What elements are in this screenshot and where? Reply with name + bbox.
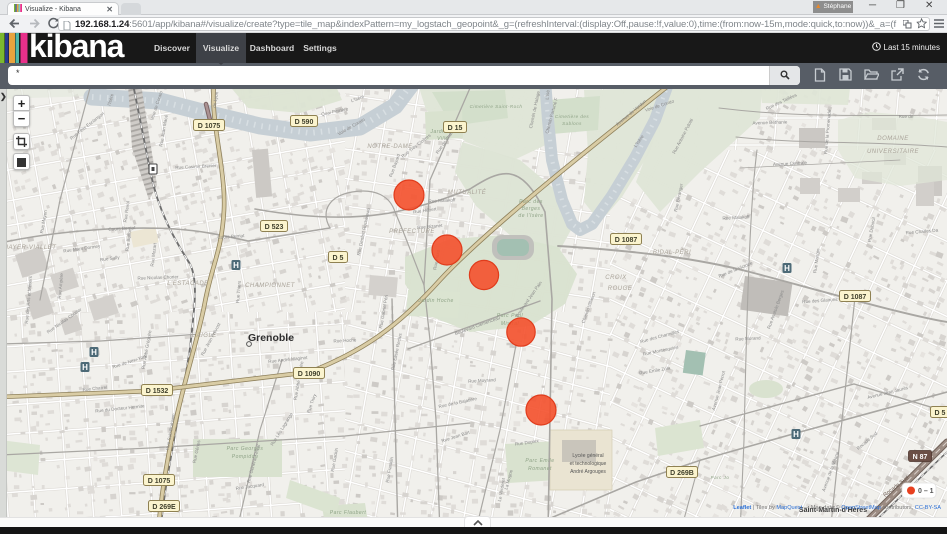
svg-text:CHAMPIONNET: CHAMPIONNET: [245, 283, 296, 289]
svg-text:MUTUALITÉ: MUTUALITÉ: [448, 189, 487, 196]
svg-text:Parc Emile: Parc Emile: [525, 458, 554, 464]
svg-text:H: H: [784, 264, 790, 273]
svg-text:L'ESTACADE: L'ESTACADE: [167, 281, 209, 287]
svg-text:D 523: D 523: [265, 224, 284, 231]
svg-text:Cimetière Saint-Roch: Cimetière Saint-Roch: [470, 104, 523, 109]
svg-text:Romanet: Romanet: [528, 466, 552, 472]
svg-text:D 1075: D 1075: [148, 478, 171, 485]
svg-text:CROIX: CROIX: [605, 275, 627, 281]
svg-text:HAYER-VIALLET: HAYER-VIALLET: [4, 245, 58, 251]
svg-text:D 5: D 5: [333, 255, 344, 262]
svg-text:D 1532: D 1532: [146, 388, 169, 395]
svg-text:Berges: Berges: [522, 206, 541, 212]
svg-text:D 1075: D 1075: [198, 123, 221, 130]
svg-text:Jardin Hoche: Jardin Hoche: [417, 298, 453, 304]
svg-text:Grenoble: Grenoble: [248, 332, 294, 344]
svg-text:D 590: D 590: [295, 119, 314, 126]
svg-text:N 87: N 87: [913, 454, 928, 461]
svg-text:Sablons: Sablons: [562, 121, 582, 126]
svg-text:BIDAL-PÉRI: BIDAL-PÉRI: [653, 249, 691, 256]
svg-text:D 269E: D 269E: [152, 504, 176, 511]
svg-text:H: H: [91, 348, 97, 357]
svg-text:UNIVERSITAIRE: UNIVERSITAIRE: [867, 149, 920, 155]
svg-text:L'Isè: L'Isè: [545, 89, 551, 99]
svg-text:D 5: D 5: [935, 410, 946, 417]
svg-text:Rue de: Rue de: [899, 114, 914, 119]
svg-text:H: H: [793, 430, 799, 439]
svg-text:H: H: [233, 261, 239, 270]
svg-text:Cimetière des: Cimetière des: [555, 114, 590, 119]
svg-text:Parc des: Parc des: [519, 199, 543, 205]
svg-text:0 – 1: 0 – 1: [918, 488, 934, 495]
svg-text:D 1087: D 1087: [844, 294, 867, 301]
svg-text:Parc Flaubert: Parc Flaubert: [330, 510, 367, 516]
svg-text:PREFECTURE: PREFECTURE: [389, 229, 435, 235]
svg-text:DOMAINE: DOMAINE: [877, 136, 909, 142]
svg-text:Parc Jo: Parc Jo: [711, 475, 730, 480]
svg-text:D 1090: D 1090: [298, 371, 321, 378]
svg-text:et technologique: et technologique: [570, 461, 607, 467]
svg-text:D 1087: D 1087: [615, 237, 638, 244]
svg-text:de l'Isère: de l'Isère: [518, 213, 543, 219]
svg-text:Leaflet | Tiles by MapQuest —: Leaflet | Tiles by MapQuest — Map data ©…: [733, 504, 941, 511]
svg-text:H: H: [82, 363, 88, 372]
svg-text:André Argouges: André Argouges: [570, 469, 606, 475]
svg-text:Lycée général: Lycée général: [572, 453, 603, 459]
svg-text:D 15: D 15: [448, 125, 463, 132]
svg-text:D 269B: D 269B: [670, 470, 694, 477]
svg-text:ROUGE: ROUGE: [608, 286, 633, 292]
